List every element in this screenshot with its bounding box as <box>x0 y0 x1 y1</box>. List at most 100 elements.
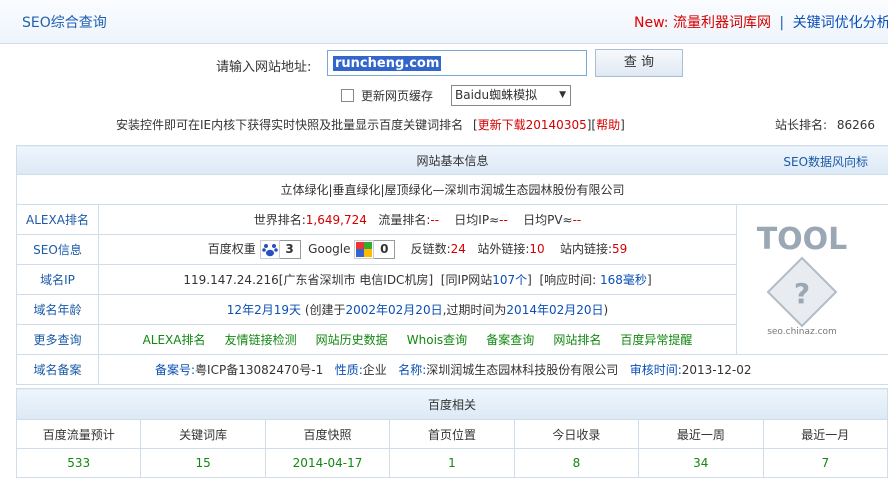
engine-select-value: Baidu蜘蛛模拟 <box>455 88 537 102</box>
baidu-val-home-pos[interactable]: 1 <box>390 449 514 478</box>
baidu-val-month[interactable]: 7 <box>763 449 887 478</box>
cache-label: 更新网页缓存 <box>361 87 433 104</box>
alexa-label: ALEXA排名 <box>17 205 99 235</box>
chevron-down-icon: ▼ <box>559 86 566 105</box>
tool-logo[interactable]: TOOL ? seo.chinaz.com <box>743 216 861 338</box>
rank-info: 站长排名: 86266 <box>775 116 875 133</box>
bracket: ][ <box>587 118 596 132</box>
top-links: New: 流量利器词库网 | 关键词优化分析 <box>634 12 888 32</box>
more-link-alexa[interactable]: ALEXA排名 <box>143 333 206 347</box>
response-label: [响应时间: <box>539 273 596 287</box>
baidu-col-traffic: 百度流量预计 <box>17 420 141 449</box>
notice-text: 安装控件即可在IE内核下获得实时快照及批量显示百度关键词排名 <box>116 118 463 132</box>
link-keyword-library[interactable]: 流量利器词库网 <box>673 15 771 31</box>
ip-row: 119.147.24.216[广东省深圳市 电信IDC机房] [同IP网站107… <box>99 265 737 295</box>
seo-label: SEO信息 <box>17 235 99 265</box>
logo-text: TOOL <box>757 222 848 257</box>
daily-pv-label: 日均PV≈ <box>523 213 573 227</box>
baidu-col-today: 今日收录 <box>514 420 638 449</box>
more-link-rank[interactable]: 网站排名 <box>553 333 601 347</box>
basic-info-header: 网站基本信息 SEO数据风向标 <box>17 146 888 175</box>
question-mark-icon: ? <box>794 277 810 310</box>
baidu-val-keywords[interactable]: 15 <box>141 449 265 478</box>
more-label: 更多查询 <box>17 325 99 355</box>
baidu-header: 百度相关 <box>17 389 888 420</box>
query-button[interactable]: 查 询 <box>595 49 683 77</box>
daily-ip-value: -- <box>499 213 508 227</box>
same-ip-label: [同IP网站 <box>441 273 492 287</box>
traffic-rank-label: 流量排名: <box>378 213 430 227</box>
outlinks-label: 站外链接: <box>477 242 529 256</box>
backlinks-value[interactable]: 24 <box>451 242 466 256</box>
top-bar: SEO综合查询 New: 流量利器词库网 | 关键词优化分析 <box>0 0 888 44</box>
new-label: New: <box>634 15 669 31</box>
inlinks-value[interactable]: 59 <box>612 242 627 256</box>
icp-no-label: 备案号: <box>155 363 195 377</box>
more-link-friendlinks[interactable]: 友情链接检测 <box>225 333 297 347</box>
more-link-history[interactable]: 网站历史数据 <box>316 333 388 347</box>
icp-time-value: 2013-12-02 <box>682 363 752 377</box>
baidu-weight-label: 百度权重 <box>208 242 256 256</box>
help-link[interactable]: 帮助 <box>596 118 620 132</box>
baidu-col-home-pos: 首页位置 <box>390 420 514 449</box>
site-title: 立体绿化|垂直绿化|屋顶绿化—深圳市润城生态园林股份有限公司 <box>17 175 888 205</box>
expire-value: 2014年02月20日 <box>506 303 603 317</box>
world-rank-value[interactable]: 1,649,724 <box>306 213 367 227</box>
bracket: ] <box>620 118 625 132</box>
baidu-val-traffic[interactable]: 533 <box>17 449 141 478</box>
baidu-weight-value[interactable]: 3 <box>279 240 301 259</box>
baidu-col-keywords: 关键词库 <box>141 420 265 449</box>
baidu-paw-icon <box>260 240 280 259</box>
icp-nature-label: 性质: <box>335 363 363 377</box>
inlinks-label: 站内链接: <box>560 242 612 256</box>
paren: ) <box>604 303 609 317</box>
age-row: 12年2月19天 (创建于2002年02月20日,过期时间为2014年02月20… <box>99 295 737 325</box>
outlinks-value[interactable]: 10 <box>529 242 544 256</box>
ip-label: 域名IP <box>17 265 99 295</box>
created-label: (创建于 <box>305 303 346 317</box>
rank-label: 站长排名: <box>775 118 827 132</box>
icp-time-label: 审核时间: <box>630 363 682 377</box>
icp-row: 备案号:粤ICP备13082470号-1 性质:企业 名称:深圳润城生态园林科技… <box>99 355 888 385</box>
url-input-value: runcheng.com <box>333 56 441 71</box>
created-value: 2002年02月20日 <box>346 303 443 317</box>
baidu-table: 百度相关 百度流量预计 关键词库 百度快照 首页位置 今日收录 最近一周 最近一… <box>16 388 888 478</box>
more-link-baidu-alert[interactable]: 百度异常提醒 <box>620 333 692 347</box>
logo-caption: seo.chinaz.com <box>767 327 837 337</box>
same-ip-value[interactable]: 107个 <box>492 273 527 287</box>
icp-name-label: 名称: <box>398 363 426 377</box>
icp-no-value[interactable]: 粤ICP备13082470号-1 <box>195 363 323 377</box>
engine-select[interactable]: Baidu蜘蛛模拟 ▼ <box>451 85 571 106</box>
bracket: ] <box>527 273 532 287</box>
bracket: ] <box>647 273 652 287</box>
more-link-whois[interactable]: Whois查询 <box>407 333 467 347</box>
daily-pv-value: -- <box>573 213 582 227</box>
google-pr-value[interactable]: 0 <box>373 240 395 259</box>
notice-line: 安装控件即可在IE内核下获得实时快照及批量显示百度关键词排名 [更新下载2014… <box>116 116 625 133</box>
google-pr-icon <box>354 240 374 259</box>
age-label: 域名年龄 <box>17 295 99 325</box>
baidu-val-today[interactable]: 8 <box>514 449 638 478</box>
baidu-val-week[interactable]: 34 <box>639 449 763 478</box>
url-input[interactable]: runcheng.com <box>327 50 587 76</box>
cache-checkbox[interactable] <box>341 89 354 102</box>
url-label: 请输入网站地址: <box>216 56 311 75</box>
baidu-val-snapshot[interactable]: 2014-04-17 <box>265 449 389 478</box>
world-rank-label: 世界排名: <box>254 213 306 227</box>
traffic-rank-value: -- <box>430 213 439 227</box>
alexa-row: 世界排名:1,649,724 流量排名:-- 日均IP≈-- 日均PV≈-- <box>99 205 737 235</box>
icp-name-value: 深圳润城生态园林科技股份有限公司 <box>426 363 618 377</box>
daily-ip-label: 日均IP≈ <box>454 213 499 227</box>
download-link[interactable]: 更新下载20140305 <box>478 118 587 132</box>
link-keyword-analysis[interactable]: 关键词优化分析 <box>793 15 888 31</box>
seo-trend-link[interactable]: SEO数据风向标 <box>783 153 868 170</box>
age-value: 12年2月19天 <box>227 303 301 317</box>
ip-value: 119.147.24.216[广东省深圳市 电信IDC机房] <box>183 273 433 287</box>
google-label: Google <box>308 242 350 256</box>
backlinks-label: 反链数: <box>411 242 451 256</box>
more-link-icp[interactable]: 备案查询 <box>486 333 534 347</box>
baidu-col-week: 最近一周 <box>639 420 763 449</box>
separator: | <box>779 15 784 31</box>
rank-value: 86266 <box>837 118 875 132</box>
brand-title[interactable]: SEO综合查询 <box>22 12 107 32</box>
